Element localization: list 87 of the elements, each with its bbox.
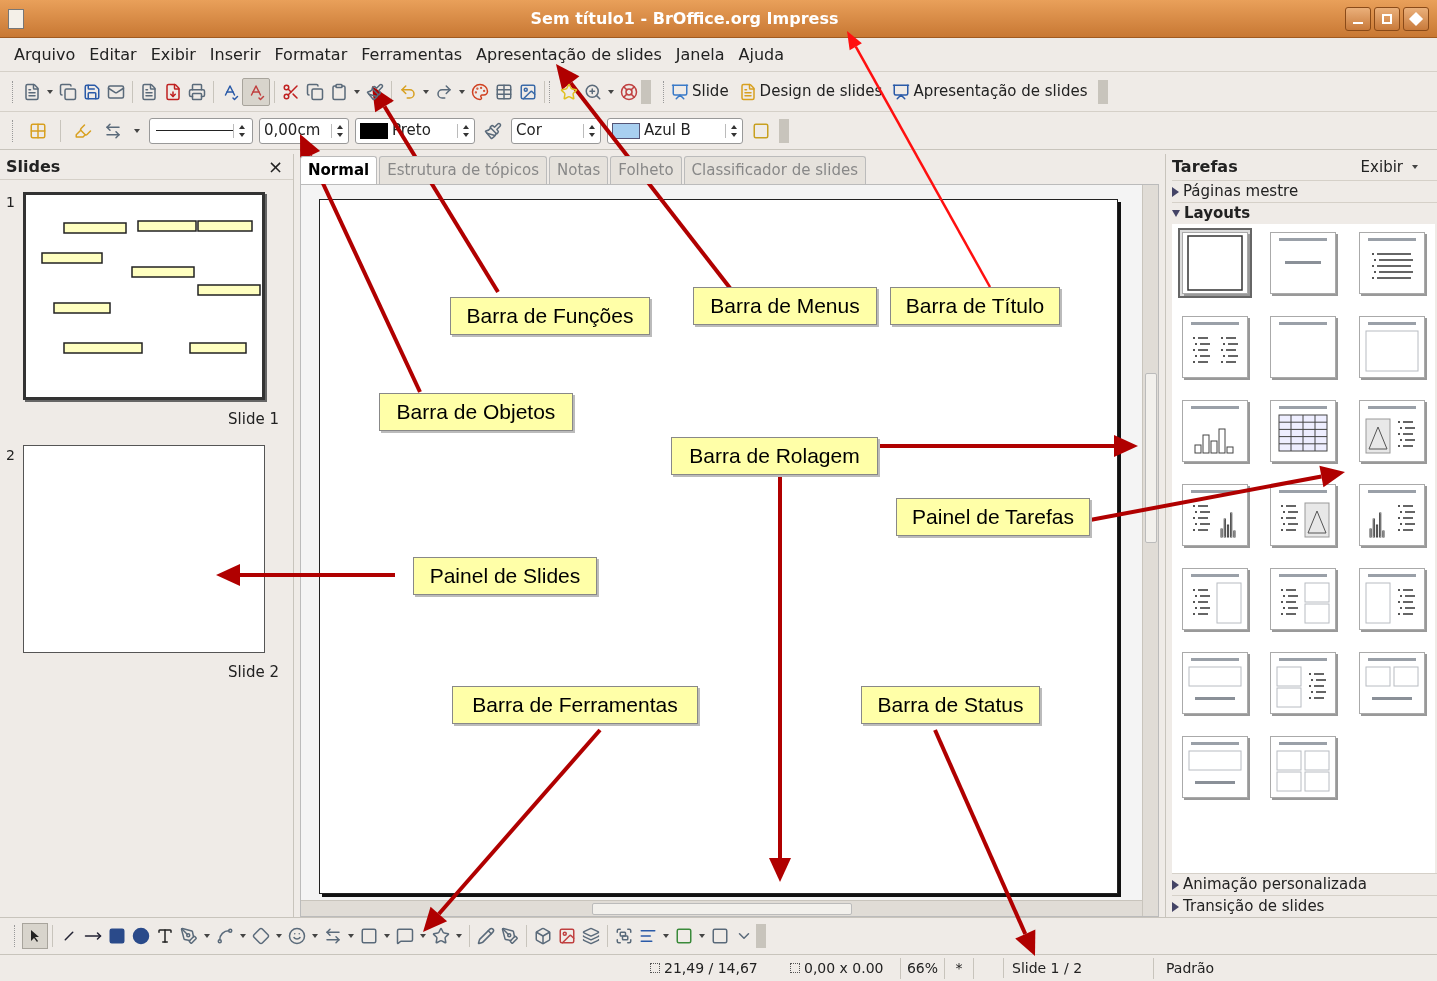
slide-indicator: Slide 1 / 2: [1004, 957, 1154, 979]
spinner-arrows-icon[interactable]: [233, 123, 246, 138]
horizontal-scrollbar[interactable]: [301, 900, 1142, 916]
toolbar-button[interactable]: Slide: [671, 80, 729, 103]
menu-item[interactable]: Inserir: [209, 42, 261, 67]
position-icon: [650, 963, 660, 973]
menu-item[interactable]: Arquivo: [14, 42, 76, 67]
slide-label: Slide 1: [228, 409, 279, 430]
color-swatch-icon: [360, 122, 388, 139]
annotation-label: Painel de Slides: [413, 557, 597, 595]
annotation-label: Barra de Funções: [450, 297, 650, 335]
annotation-label: Barra de Título: [890, 287, 1060, 325]
slide-icon: [671, 82, 689, 101]
minimize-button[interactable]: [1345, 6, 1371, 31]
dropdown-arrow-icon[interactable]: [47, 89, 53, 94]
color-swatch-icon: [612, 122, 640, 139]
dropdown-arrow-icon[interactable]: [312, 934, 318, 938]
slide-label: Slide 2: [228, 661, 279, 683]
annotation-label: Barra de Objetos: [379, 393, 573, 431]
modified-indicator: *: [944, 957, 974, 979]
expand-arrow-icon: [1172, 901, 1179, 912]
menu-item[interactable]: Ferramentas: [361, 42, 463, 67]
area-style-dropdown[interactable]: Cor: [511, 117, 601, 144]
dropdown-arrow-icon[interactable]: [456, 934, 462, 938]
dropdown-arrow-icon[interactable]: [459, 89, 465, 94]
expand-arrow-icon: [1172, 186, 1179, 197]
section-header[interactable]: Animação personalizada: [1172, 873, 1437, 895]
close-button[interactable]: ×: [267, 153, 283, 180]
annotation-label: Barra de Rolagem: [671, 437, 878, 475]
annotation-label: Painel de Tarefas: [896, 498, 1090, 536]
position-field: 21,49 / 14,67: [650, 957, 790, 979]
dropdown-arrow-icon[interactable]: [134, 128, 140, 133]
expand-arrow-icon: [1172, 879, 1179, 890]
pointer-icon: [29, 929, 41, 943]
close-button[interactable]: [1403, 6, 1429, 31]
dropdown-arrow-icon[interactable]: [240, 934, 246, 938]
size-icon: [790, 963, 800, 973]
select-tool-button[interactable]: [22, 923, 48, 949]
annotation-label: Barra de Menus: [693, 287, 877, 325]
dropdown-arrow-icon[interactable]: [276, 934, 282, 938]
slide-thumbnail[interactable]: [22, 444, 265, 653]
menu-item[interactable]: Formatar: [274, 42, 348, 67]
spinner-arrows-icon[interactable]: [583, 123, 596, 138]
presentation-icon: [892, 82, 911, 101]
auto-spellcheck-button[interactable]: [242, 77, 270, 106]
menu-item[interactable]: Janela: [675, 42, 725, 67]
document-icon: [738, 82, 757, 101]
maximize-button[interactable]: [1374, 6, 1400, 31]
menu-item[interactable]: Apresentação de slides: [476, 42, 662, 67]
layout-name: Padrão: [1165, 958, 1215, 978]
slide-number: 2: [6, 445, 15, 465]
zoom-field: 66%: [900, 957, 944, 979]
section-header[interactable]: Páginas mestre: [1172, 180, 1437, 202]
line-style-dropdown[interactable]: [149, 117, 253, 144]
dropdown-arrow-icon[interactable]: [1412, 165, 1418, 169]
area-color-dropdown[interactable]: Azul B: [607, 117, 743, 144]
view-tab[interactable]: Normal: [300, 156, 378, 184]
section-header[interactable]: Transição de slides: [1172, 895, 1437, 917]
line-width-field[interactable]: 0,00cm: [259, 117, 349, 144]
dropdown-arrow-icon[interactable]: [608, 89, 614, 94]
vertical-scrollbar[interactable]: [1142, 185, 1158, 916]
size-field: 0,00 x 0.00: [790, 957, 900, 979]
menu-item[interactable]: Editar: [89, 42, 137, 67]
menu-item[interactable]: Ajuda: [738, 42, 785, 67]
dropdown-arrow-icon[interactable]: [348, 934, 354, 938]
layout-thumbnail[interactable]: [1178, 228, 1252, 298]
spinner-arrows-icon[interactable]: [457, 123, 470, 138]
view-menu-button[interactable]: Exibir: [1360, 155, 1421, 179]
document-icon: [8, 8, 24, 29]
menu-item[interactable]: Exibir: [150, 42, 196, 67]
spinner-arrows-icon[interactable]: [725, 123, 738, 138]
slide-number: 1: [6, 193, 15, 212]
panel-title: Slides: [6, 155, 61, 178]
dropdown-arrow-icon[interactable]: [699, 934, 705, 938]
dropdown-arrow-icon[interactable]: [423, 89, 429, 94]
spinner-arrows-icon[interactable]: [331, 123, 344, 138]
annotation-label: Barra de Ferramentas: [452, 686, 698, 724]
window-title: Sem título1 - BrOffice.org Impress: [529, 7, 840, 30]
toolbar-button[interactable]: Design de slides: [738, 80, 883, 103]
dropdown-arrow-icon[interactable]: [663, 934, 669, 938]
dropdown-arrow-icon[interactable]: [384, 934, 390, 938]
annotation-label: Barra de Status: [861, 686, 1040, 724]
panel-title: Tarefas: [1172, 156, 1238, 178]
dropdown-arrow-icon[interactable]: [204, 934, 210, 938]
dropdown-arrow-icon[interactable]: [354, 89, 360, 94]
collapse-arrow-icon: [1172, 210, 1180, 217]
toolbar-button[interactable]: Apresentação de slides: [892, 80, 1088, 103]
